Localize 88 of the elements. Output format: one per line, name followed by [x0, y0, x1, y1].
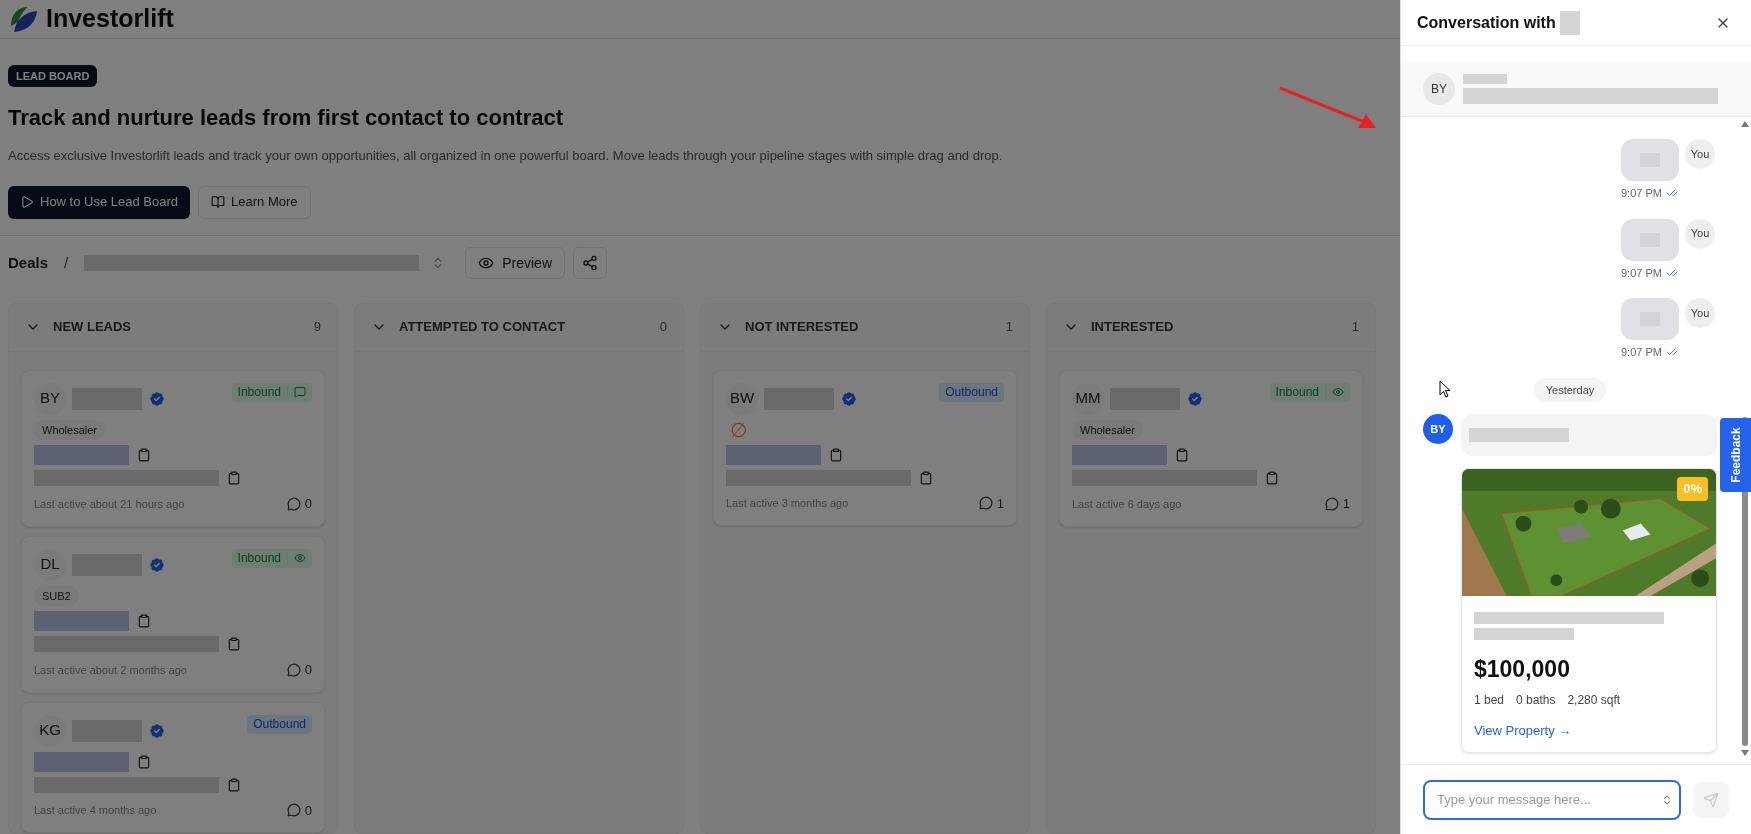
- property-price: $100,000: [1474, 655, 1571, 684]
- column-count: 1: [1351, 318, 1359, 337]
- column-title: INTERESTED: [1091, 318, 1174, 337]
- lead-initials: BY: [34, 382, 66, 415]
- lead-tag: SUB2: [34, 585, 79, 606]
- user-avatar: You: [1685, 139, 1715, 169]
- eye-icon: [478, 255, 495, 271]
- bed-count: 1 bed: [1474, 691, 1505, 709]
- lead-tag: Wholesaler: [1072, 419, 1144, 440]
- play-icon: [20, 195, 34, 209]
- last-active-text: Last active 4 months ago: [34, 803, 157, 818]
- column-title: NOT INTERESTED: [745, 318, 859, 337]
- copy-icon[interactable]: [227, 637, 241, 651]
- lead-card[interactable]: BW Outbound ∅ Last active 3 months ago 1: [713, 369, 1017, 526]
- comment-icon: [1324, 496, 1339, 511]
- message-time: 9:07 PM: [1621, 265, 1662, 281]
- comment-count: 0: [304, 801, 312, 820]
- learn-more-button[interactable]: Learn More: [198, 185, 311, 219]
- lead-initials: BW: [726, 382, 758, 415]
- share-button[interactable]: [573, 247, 607, 279]
- user-avatar: You: [1685, 218, 1715, 249]
- lead-tag: Wholesaler: [34, 419, 106, 440]
- discount-badge: 0%: [1677, 477, 1708, 501]
- message-input[interactable]: Type your message here...: [1423, 779, 1682, 820]
- last-active-text: Last active 3 months ago: [726, 496, 849, 511]
- last-active-text: Last active about 2 months ago: [34, 662, 187, 678]
- property-card[interactable]: 0% $100,000 1 bed 0 baths 2,280 sqft View Property →: [1461, 468, 1717, 753]
- lead-card[interactable]: BY Inbound Wholesaler Last active about 21 hours ago 0: [21, 369, 325, 527]
- lead-card[interactable]: DL Inbound SUB2 Last active about 2 months ago 0: [21, 535, 325, 693]
- feedback-tab[interactable]: Feedback: [1720, 418, 1751, 492]
- column-count: 0: [659, 318, 667, 337]
- comment-count: 0: [304, 495, 312, 513]
- lead-card[interactable]: KG Outbound Last active 4 months ago 0: [21, 701, 325, 833]
- copy-icon[interactable]: [829, 447, 843, 462]
- source-label: Inbound: [1275, 384, 1319, 401]
- section-badge: LEAD BOARD: [8, 64, 98, 87]
- source-label: Outbound: [945, 384, 998, 401]
- copy-icon[interactable]: [919, 470, 933, 485]
- lead-initials: MM: [1072, 382, 1104, 415]
- copy-icon[interactable]: [137, 754, 151, 769]
- copy-icon[interactable]: [1265, 471, 1279, 485]
- comment-count: 1: [1342, 495, 1350, 513]
- column-count: 9: [313, 318, 321, 337]
- scroll-up-icon[interactable]: [1741, 121, 1749, 127]
- copy-icon[interactable]: [137, 448, 151, 462]
- comment-count: 0: [304, 661, 312, 679]
- source-label: Outbound: [253, 716, 306, 733]
- cursor-icon: [1439, 380, 1451, 398]
- copy-icon[interactable]: [227, 777, 241, 792]
- user-avatar: You: [1685, 298, 1715, 328]
- message-time: 9:07 PM: [1621, 186, 1662, 201]
- column-title: ATTEMPTED TO CONTACT: [399, 318, 566, 337]
- comment-icon: [286, 803, 301, 818]
- comment-icon: [286, 496, 301, 511]
- comment-count: 1: [996, 494, 1004, 513]
- redacted-text: [1559, 10, 1580, 35]
- source-label: Inbound: [237, 550, 281, 567]
- bath-count: 0 baths: [1516, 691, 1556, 709]
- status-symbol: ∅: [729, 419, 748, 440]
- property-area: 2,280 sqft: [1567, 690, 1621, 709]
- book-icon: [211, 195, 226, 209]
- panel-title: Conversation with: [1417, 12, 1556, 33]
- brand-name: Investorlift: [46, 3, 174, 34]
- last-active-text: Last active about 21 hours ago: [34, 496, 185, 512]
- view-property-link[interactable]: View Property →: [1474, 720, 1704, 740]
- contact-avatar: BY: [1423, 73, 1455, 105]
- page-title: Track and nurture leads from first contact to contract: [8, 104, 563, 132]
- how-to-button[interactable]: How to Use Lead Board: [8, 185, 191, 219]
- copy-icon[interactable]: [137, 614, 151, 628]
- page-description: Access exclusive Investorlift leads and track your own opportunities, all organized in one powerful board. Move leads through your pipeline stages with simple drag and drop.: [8, 147, 1003, 165]
- lead-initials: DL: [34, 548, 66, 581]
- share-icon: [582, 255, 598, 271]
- send-icon: [1703, 791, 1720, 808]
- preview-button[interactable]: Preview: [465, 247, 565, 279]
- column-title: NEW LEADS: [53, 318, 131, 337]
- column-count: 1: [1005, 318, 1013, 337]
- comment-icon: [978, 496, 993, 511]
- copy-icon[interactable]: [227, 471, 241, 485]
- lead-initials: KG: [34, 714, 66, 747]
- contact-avatar: BY: [1423, 414, 1453, 444]
- comment-icon: [286, 662, 301, 677]
- message-time: 9:07 PM: [1621, 345, 1662, 360]
- redacted-text: [1463, 74, 1507, 84]
- scroll-down-icon[interactable]: [1741, 750, 1749, 756]
- deals-label: Deals: [8, 252, 49, 273]
- copy-icon[interactable]: [1175, 448, 1189, 462]
- breadcrumb-separator: /: [64, 252, 69, 273]
- source-label: Inbound: [237, 384, 281, 401]
